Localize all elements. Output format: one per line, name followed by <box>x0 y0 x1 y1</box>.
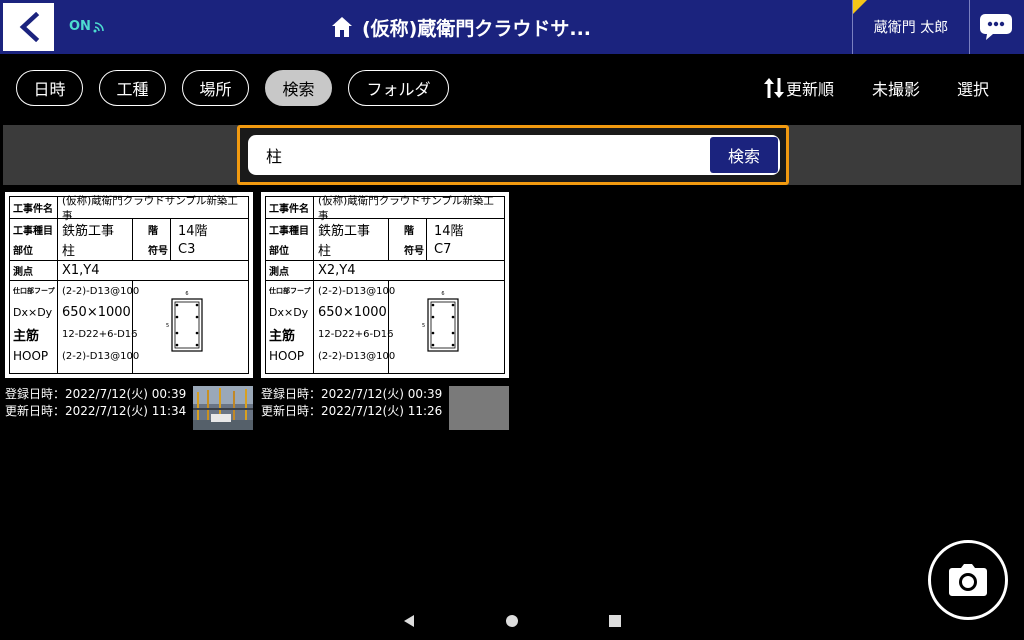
wifi-signal-icon <box>93 21 104 32</box>
online-status: ON <box>69 19 105 34</box>
user-name: 蔵衛門 太郎 <box>873 20 949 36</box>
system-nav-bar <box>0 608 1024 636</box>
updated-date: 更新日時：2022/7/12(火) 11:34 <box>5 404 187 418</box>
search-box: 検索 <box>237 125 789 185</box>
photo-card-2[interactable]: 工事件名 (仮称)蔵衛門クラウドサンプル新築工事 工事種目 鉄筋工事 階 14階… <box>261 192 509 430</box>
label-hoop: HOOP <box>269 349 305 363</box>
back-button[interactable] <box>3 3 54 51</box>
registered-date: 登録日時：2022/7/12(火) 00:39 <box>5 387 187 401</box>
main-bar-value: 12-D22+6-D16 <box>318 328 394 340</box>
label-main-bar: 主筋 <box>269 328 296 344</box>
photo-thumbnail-placeholder[interactable] <box>449 386 509 430</box>
photo-card-1[interactable]: 工事件名 (仮称)蔵衛門クラウドサンプル新築工事 工事種目 鉄筋工事 階 14階… <box>5 192 253 430</box>
label-project: 工事件名 <box>269 204 309 215</box>
label-code: 符号 <box>404 246 424 257</box>
unshot-button[interactable]: 未撮影 <box>872 70 920 106</box>
nav-recents-icon[interactable] <box>608 614 622 628</box>
label-part: 部位 <box>13 246 33 257</box>
label-floor: 階 <box>148 225 158 237</box>
construction-board: 工事件名 (仮称)蔵衛門クラウドサンプル新築工事 工事種目 鉄筋工事 階 14階… <box>5 192 253 378</box>
label-hoop-top: 仕口部フープ <box>13 287 55 295</box>
svg-text:6: 6 <box>441 291 444 297</box>
project-title[interactable]: (仮称)蔵衛門クラウドサ... <box>330 0 591 54</box>
work-type-value: 鉄筋工事 <box>62 223 115 239</box>
nav-back-icon[interactable] <box>402 614 416 628</box>
column-section-diagram: 6 5 <box>166 291 203 352</box>
project-title-text: (仮称)蔵衛門クラウドサ... <box>362 17 592 40</box>
label-main-bar: 主筋 <box>13 328 40 344</box>
registered-date: 登録日時：2022/7/12(火) 00:39 <box>261 387 443 401</box>
app-header: ON (仮称)蔵衛門クラウドサ... 蔵衛門 太郎 <box>0 0 1024 54</box>
main-bar-value: 12-D22+6-D16 <box>62 328 138 340</box>
user-account[interactable]: 蔵衛門 太郎 <box>852 0 970 54</box>
svg-text:6: 6 <box>185 291 188 297</box>
sort-arrows-icon <box>764 78 784 98</box>
chevron-left-icon <box>19 12 39 42</box>
work-type-value: 鉄筋工事 <box>318 223 371 239</box>
hoop-top-value: (2-2)-D13@100 <box>318 285 396 297</box>
project-name: (仮称)蔵衛門クラウドサンプル新築工事 <box>318 194 494 222</box>
point-value: X2,Y4 <box>318 263 356 278</box>
online-label: ON <box>69 19 91 34</box>
card-meta: 登録日時：2022/7/12(火) 00:39 更新日時：2022/7/12(火… <box>261 386 509 430</box>
sort-label: 更新順 <box>786 80 835 99</box>
project-name: (仮称)蔵衛門クラウドサンプル新築工事 <box>62 194 238 222</box>
filter-work-type-button[interactable]: 工種 <box>99 70 166 106</box>
hoop-value: (2-2)-D13@100 <box>62 350 140 362</box>
filter-folder-button[interactable]: フォルダ <box>348 70 449 106</box>
label-point: 測点 <box>13 267 33 278</box>
svg-text:5: 5 <box>166 323 169 329</box>
select-button[interactable]: 選択 <box>957 70 989 106</box>
label-dim: Dx×Dy <box>269 305 309 319</box>
label-part: 部位 <box>269 246 289 257</box>
label-dim: Dx×Dy <box>13 305 53 319</box>
label-floor: 階 <box>404 225 414 237</box>
part-value: 柱 <box>318 244 332 259</box>
code-value: C3 <box>178 242 196 257</box>
updated-date: 更新日時：2022/7/12(火) 11:26 <box>261 404 443 418</box>
filter-search-button[interactable]: 検索 <box>265 70 332 106</box>
svg-text:5: 5 <box>422 323 425 329</box>
chat-bubble-icon <box>980 14 1012 40</box>
nav-home-icon[interactable] <box>505 614 519 628</box>
column-section-diagram: 6 5 <box>422 291 459 352</box>
label-work-type: 工事種目 <box>269 225 309 237</box>
dim-value: 650×1000 <box>62 304 131 320</box>
floor-value: 14階 <box>178 223 208 239</box>
part-value: 柱 <box>62 244 76 259</box>
construction-board: 工事件名 (仮称)蔵衛門クラウドサンプル新築工事 工事種目 鉄筋工事 階 14階… <box>261 192 509 378</box>
floor-value: 14階 <box>434 223 464 239</box>
hoop-top-value: (2-2)-D13@100 <box>62 285 140 297</box>
search-submit-button[interactable]: 検索 <box>710 137 778 173</box>
user-flag-marker <box>853 0 867 14</box>
point-value: X1,Y4 <box>62 263 100 278</box>
hoop-value: (2-2)-D13@100 <box>318 350 396 362</box>
home-icon <box>332 17 352 37</box>
label-work-type: 工事種目 <box>13 225 53 237</box>
filter-bar: 日時 工種 場所 検索 フォルダ 更新順 未撮影 選択 <box>0 66 1024 112</box>
chat-button[interactable] <box>976 8 1016 46</box>
camera-icon <box>949 564 987 596</box>
card-meta: 登録日時：2022/7/12(火) 00:39 更新日時：2022/7/12(火… <box>5 386 253 430</box>
dim-value: 650×1000 <box>318 304 387 320</box>
label-hoop-top: 仕口部フープ <box>269 287 311 295</box>
label-hoop: HOOP <box>13 349 49 363</box>
filter-location-button[interactable]: 場所 <box>182 70 249 106</box>
sort-button[interactable]: 更新順 <box>762 70 834 106</box>
label-point: 測点 <box>269 267 289 278</box>
filter-date-button[interactable]: 日時 <box>16 70 83 106</box>
code-value: C7 <box>434 242 452 257</box>
search-input[interactable] <box>248 135 780 175</box>
label-project: 工事件名 <box>13 204 53 215</box>
photo-thumbnail[interactable] <box>193 386 253 430</box>
search-band: 検索 <box>3 125 1021 185</box>
label-code: 符号 <box>148 246 168 257</box>
